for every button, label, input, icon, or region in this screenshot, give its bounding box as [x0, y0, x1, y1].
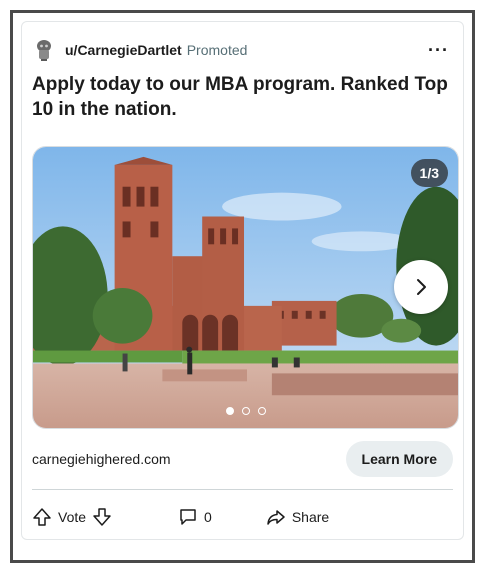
vote-label: Vote	[58, 509, 87, 525]
share-arrow-icon	[267, 510, 285, 525]
robot-avatar-icon[interactable]	[32, 38, 56, 62]
more-options-button[interactable]: ···	[428, 41, 449, 59]
promoted-post-card[interactable]: u/CarnegieDartlet Promoted ··· Apply tod…	[21, 21, 464, 540]
comment-count: 0	[204, 509, 212, 525]
promoted-label: Promoted	[186, 42, 248, 58]
post-header: u/CarnegieDartlet Promoted ···	[32, 38, 453, 62]
vote-group: Vote	[32, 507, 112, 527]
learn-more-button[interactable]: Learn More	[345, 441, 453, 477]
media-carousel[interactable]: 1/3	[32, 146, 459, 429]
ad-link-row: carnegiehighered.com Learn More	[32, 439, 453, 479]
carousel-dot-1[interactable]	[225, 407, 234, 415]
carousel-pagination	[33, 407, 458, 415]
carousel-next-button[interactable]	[394, 260, 448, 314]
chevron-right-icon	[417, 279, 426, 295]
post-action-bar: Vote 0 Share	[32, 500, 453, 534]
post-author-link[interactable]: u/CarnegieDartlet	[65, 42, 182, 58]
slide-counter-badge: 1/3	[410, 159, 448, 187]
comments-button[interactable]: 0	[178, 507, 218, 527]
screenshot-frame: u/CarnegieDartlet Promoted ··· Apply tod…	[10, 10, 475, 563]
comment-bubble-icon	[180, 509, 196, 525]
carousel-dot-3[interactable]	[257, 407, 266, 415]
arrow-down-icon[interactable]	[92, 507, 112, 527]
carousel-dot-2[interactable]	[241, 407, 250, 415]
ad-domain-link[interactable]: carnegiehighered.com	[32, 451, 171, 467]
share-button[interactable]: Share	[266, 507, 335, 527]
share-label: Share	[291, 509, 330, 525]
arrow-up-icon[interactable]	[32, 507, 52, 527]
divider	[32, 489, 453, 490]
post-title[interactable]: Apply today to our MBA program. Ranked T…	[32, 72, 451, 122]
